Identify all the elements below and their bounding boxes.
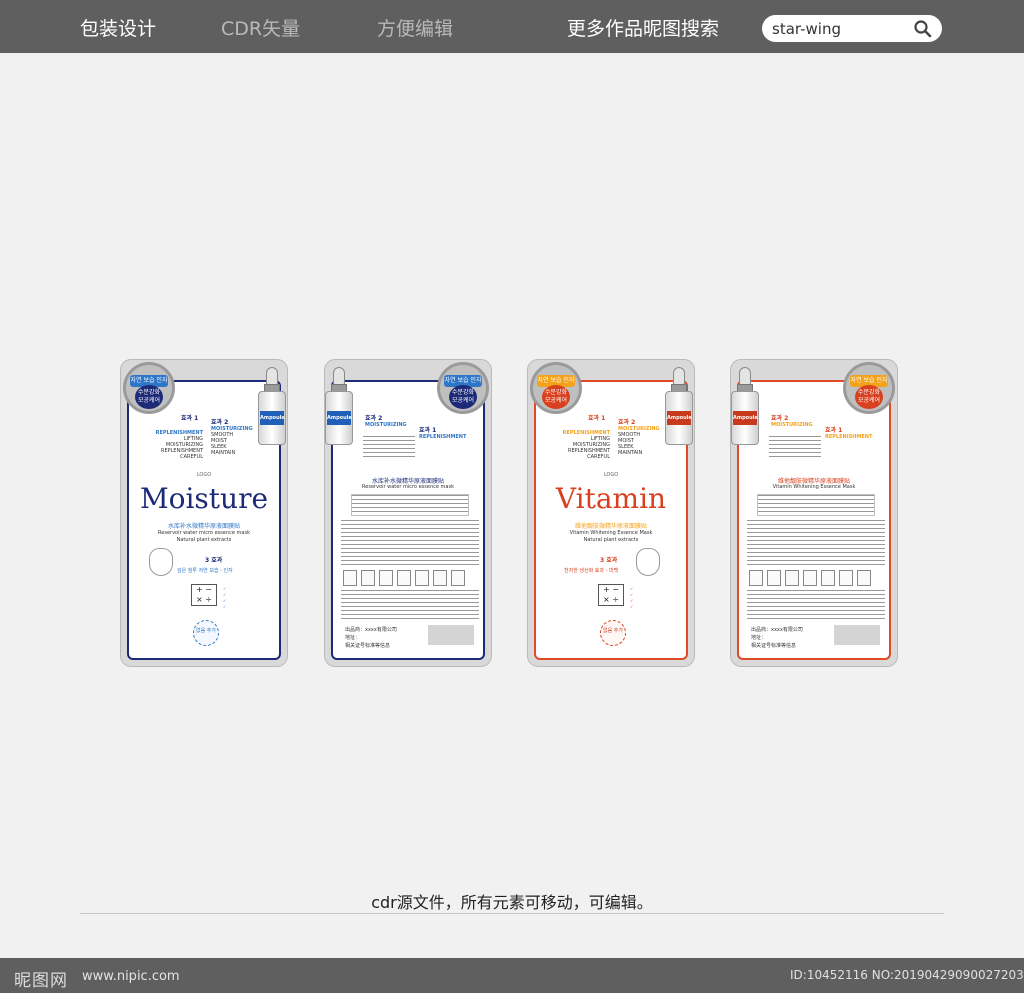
checklist-icon: ✓ ✓ ✓ ✓ bbox=[630, 586, 634, 609]
divider bbox=[80, 913, 944, 914]
effect-2-block: 효과 2 MOISTURIZING bbox=[365, 415, 407, 429]
effect-2-block: 효과 2 MOISTURIZING SMOOTH MOIST SLEEK MAI… bbox=[211, 419, 253, 457]
nav-cdr-vector[interactable]: CDR矢量 bbox=[221, 17, 300, 41]
barcode-placeholder bbox=[834, 625, 880, 645]
image-id: ID:10452116 NO:20190429090027203030 bbox=[790, 968, 1024, 982]
product-subtitle-en-1: Vitamin Whitening Essence Mask bbox=[569, 530, 653, 536]
badge-core: 수분강화 모공케어 bbox=[542, 385, 570, 409]
nav-more-works[interactable]: 更多作品昵图搜索 bbox=[567, 17, 719, 41]
logo-text: LOGO bbox=[603, 472, 619, 478]
mask-card-moisture-front: 효과 1 REPLENISHMENT LIFTING MOISTURIZING … bbox=[120, 359, 288, 667]
ampoule-bottle-icon: Ampoule bbox=[664, 367, 694, 447]
product-subtitle-en-2: Natural plant extracts bbox=[176, 537, 232, 543]
badge-seal: 자연 보습 인자 수분강화 모공케어 bbox=[530, 362, 582, 414]
seal-icon: 없음 추가 bbox=[193, 620, 219, 646]
search-button[interactable] bbox=[910, 17, 936, 40]
description-block bbox=[341, 520, 479, 566]
face-icon bbox=[149, 548, 173, 576]
badge-core: 수분강화 모공케어 bbox=[135, 385, 163, 409]
description-block bbox=[747, 520, 885, 566]
search-icon bbox=[914, 20, 932, 38]
product-word: Moisture bbox=[139, 482, 269, 515]
calculator-icon: + − × ÷ bbox=[598, 584, 624, 606]
back-title-en: Reservoir water micro essence mask bbox=[362, 484, 454, 490]
search-input[interactable] bbox=[772, 18, 902, 39]
effect-1-block: 효과 1 REPLENISHMENT bbox=[419, 427, 467, 441]
effect-1-lines: REPLENISHMENT LIFTING MOISTURIZING REPLE… bbox=[155, 430, 203, 460]
seal-icon: 없음 추가 bbox=[600, 620, 626, 646]
ingredients-block bbox=[757, 494, 875, 516]
effect-3-label: 3 효과 bbox=[205, 557, 223, 564]
text-block bbox=[363, 436, 415, 458]
badge-seal: 자연 보습 인자 수분강화 모공케어 bbox=[123, 362, 175, 414]
card-face: 효과 2 MOISTURIZING 효과 1 REPLENISHMENT 维他靓… bbox=[737, 380, 891, 660]
watermark-site[interactable]: www.nipic.com bbox=[82, 969, 180, 984]
company-info: 出品商：xxxx有限公司 地址： 相关证号标准等信息 bbox=[345, 627, 397, 649]
effect-2-block: 효과 2 MOISTURIZING bbox=[771, 415, 813, 429]
product-title-cn: 水库补水微精华原液面膜贴 bbox=[167, 523, 240, 530]
top-bar: 包装设计 CDR矢量 方便编辑 更多作品昵图搜索 bbox=[0, 0, 1024, 53]
ampoule-bottle-icon: Ampoule bbox=[257, 367, 287, 447]
barcode-placeholder bbox=[428, 625, 474, 645]
product-title-cn: 维他靓肤微精华原液面膜贴 bbox=[574, 523, 647, 530]
calculator-icon: + − × ÷ bbox=[191, 584, 217, 606]
mask-card-vitamin-front: 효과 1 REPLENISHMENT LIFTING MOISTURIZING … bbox=[527, 359, 695, 667]
nav-easy-edit[interactable]: 方便编辑 bbox=[377, 17, 453, 41]
company-info: 出品商：xxxx有限公司 地址： 相关证号标准等信息 bbox=[751, 627, 803, 649]
checklist-icon: ✓ ✓ ✓ ✓ bbox=[223, 586, 227, 609]
face-icon bbox=[636, 548, 660, 576]
product-subtitle-en-1: Reservoir water micro essence mask bbox=[158, 530, 250, 536]
footer-bar: 昵图网 www.nipic.com ID:10452116 NO:2019042… bbox=[0, 958, 1024, 993]
ampoule-bottle-icon: Ampoule bbox=[324, 367, 354, 447]
tagline: 천저한 생산화 효과 - 미백 bbox=[564, 568, 619, 574]
product-subtitle-en-2: Natural plant extracts bbox=[583, 537, 639, 543]
mask-card-moisture-back: 효과 2 MOISTURIZING 효과 1 REPLENISHMENT 水库补… bbox=[324, 359, 492, 667]
badge-seal: 자연 보습 인자 수분강화 모공케어 bbox=[437, 362, 489, 414]
effect-3-label: 3 효과 bbox=[600, 557, 618, 564]
search-box bbox=[762, 15, 942, 42]
effect-1-block: 효과 1 REPLENISHMENT bbox=[825, 427, 873, 441]
effect-2-block: 효과 2 MOISTURIZING SMOOTH MOIST SLEEK MAI… bbox=[618, 419, 660, 457]
text-block bbox=[769, 436, 821, 458]
usage-steps bbox=[343, 570, 469, 586]
ampoule-bottle-icon: Ampoule bbox=[730, 367, 760, 447]
caption-text: cdr源文件，所有元素可移动，可编辑。 bbox=[371, 893, 653, 912]
effect-1-block: 효과 1 bbox=[588, 415, 606, 422]
warning-block bbox=[341, 590, 479, 620]
back-title-en: Vitamin Whitening Essence Mask bbox=[772, 484, 856, 490]
nav-packaging-design[interactable]: 包装设计 bbox=[80, 17, 156, 41]
effect-1-lines: REPLENISHMENT LIFTING MOISTURIZING REPLE… bbox=[562, 430, 610, 460]
badge-core: 수분강화 모공케어 bbox=[449, 385, 477, 409]
badge-core: 수분강화 모공케어 bbox=[855, 385, 883, 409]
card-face: 효과 2 MOISTURIZING 효과 1 REPLENISHMENT 水库补… bbox=[331, 380, 485, 660]
ingredients-block bbox=[351, 494, 469, 516]
tagline: 깊은 침투 자연 보습 - 인자 bbox=[177, 568, 233, 574]
warning-block bbox=[747, 590, 885, 620]
effect-1-block: 효과 1 bbox=[181, 415, 199, 422]
product-word: Vitamin bbox=[555, 482, 667, 515]
watermark-logo: 昵图网 bbox=[14, 971, 68, 991]
logo-text: LOGO bbox=[196, 472, 212, 478]
mask-card-vitamin-back: 효과 2 MOISTURIZING 효과 1 REPLENISHMENT 维他靓… bbox=[730, 359, 898, 667]
usage-steps bbox=[749, 570, 875, 586]
badge-seal: 자연 보습 인자 수분강화 모공케어 bbox=[843, 362, 895, 414]
